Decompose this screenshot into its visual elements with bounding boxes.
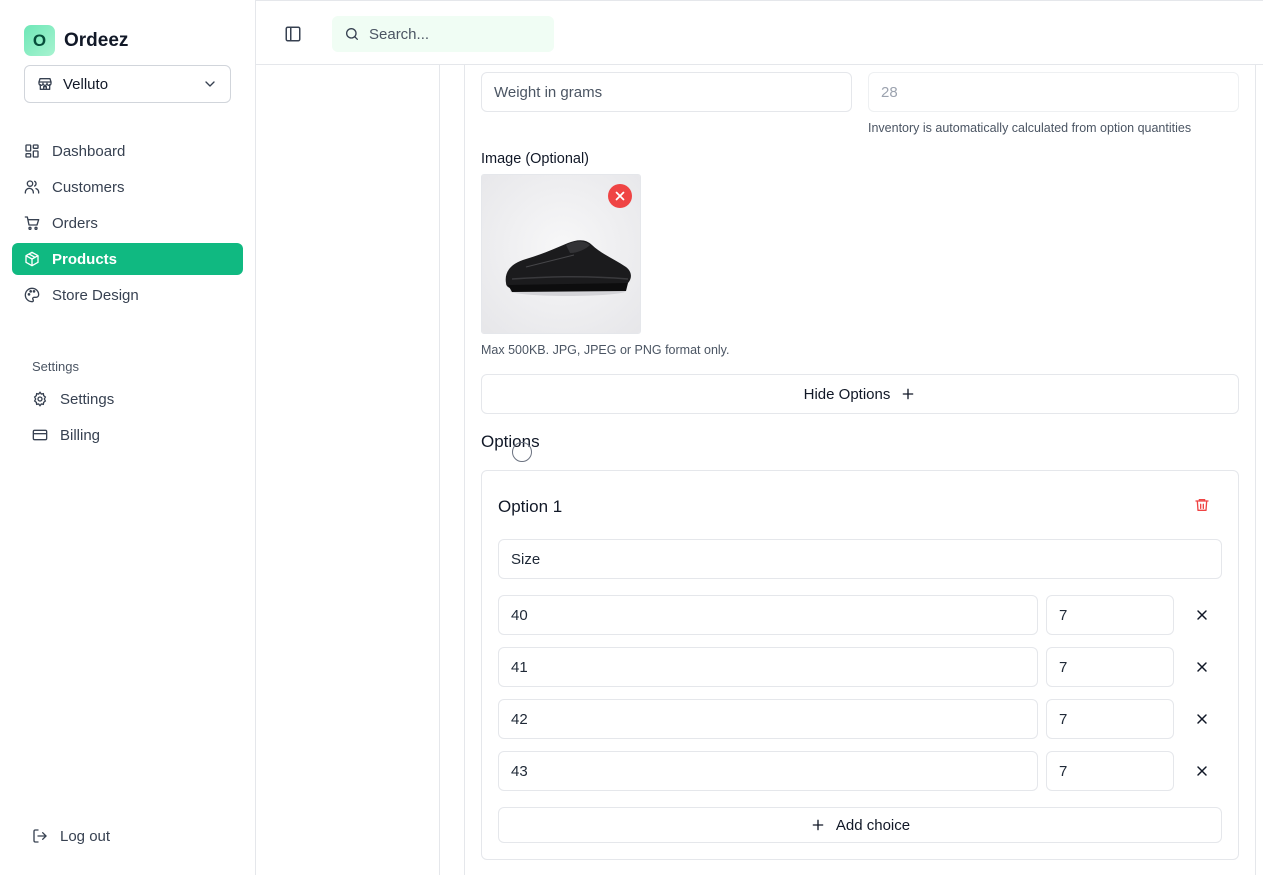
hide-options-button[interactable]: Hide Options — [481, 374, 1239, 414]
logout-button[interactable]: Log out — [20, 820, 122, 852]
store-name: Velluto — [63, 75, 109, 93]
close-icon — [1197, 610, 1207, 620]
weight-input[interactable]: Weight in grams — [481, 72, 852, 112]
inventory-field: 28 — [868, 72, 1239, 112]
search-icon — [344, 26, 360, 42]
gear-icon — [32, 391, 48, 407]
cursor-indicator — [512, 442, 532, 462]
image-label: Image (Optional) — [481, 151, 589, 167]
hide-options-label: Hide Options — [803, 385, 891, 403]
users-icon — [24, 179, 40, 195]
sidebar-item-label: Products — [52, 250, 118, 268]
search-box[interactable] — [332, 16, 554, 52]
dashboard-icon — [24, 143, 40, 159]
choice-qty-input[interactable]: 7 — [1046, 595, 1174, 635]
trash-icon — [1195, 499, 1209, 511]
inventory-hint: Inventory is automatically calculated fr… — [868, 121, 1192, 135]
sidebar-item-dashboard[interactable]: Dashboard — [12, 135, 243, 167]
sidebar-item-products[interactable]: Products — [12, 243, 243, 275]
choice-value-input[interactable]: 41 — [498, 647, 1038, 687]
sidebar-item-label: Customers — [52, 178, 125, 196]
close-icon — [1197, 662, 1207, 672]
sidebar-toggle-button[interactable] — [284, 25, 302, 43]
logout-icon — [32, 828, 48, 844]
store-selector[interactable]: Velluto — [24, 65, 231, 103]
divider — [439, 65, 440, 875]
logout-label: Log out — [60, 827, 111, 845]
remove-choice-button[interactable] — [1194, 711, 1210, 727]
remove-choice-button[interactable] — [1194, 763, 1210, 779]
search-input[interactable] — [369, 25, 539, 43]
sidebar-item-billing[interactable]: Billing — [20, 419, 243, 451]
brand[interactable]: O Ordeez — [24, 25, 128, 56]
choice-qty-input[interactable]: 7 — [1046, 751, 1174, 791]
choice-value-input[interactable]: 42 — [498, 699, 1038, 739]
add-choice-label: Add choice — [835, 816, 911, 834]
close-icon — [1197, 714, 1207, 724]
add-choice-button[interactable]: Add choice — [498, 807, 1222, 843]
main-content: Weight in grams 28 Inventory is automati… — [256, 65, 1263, 875]
brand-name: Ordeez — [64, 29, 129, 51]
settings-section-heading: Settings — [32, 359, 79, 374]
sidebar-item-label: Dashboard — [52, 142, 126, 160]
sidebar-item-label: Settings — [60, 390, 115, 408]
settings-nav: Settings Billing — [20, 383, 243, 455]
sidebar-item-label: Billing — [60, 426, 101, 444]
sidebar-item-settings[interactable]: Settings — [20, 383, 243, 415]
main-nav: Dashboard Customers Orders Products Stor… — [12, 135, 243, 315]
remove-image-button[interactable] — [608, 184, 632, 208]
close-icon — [615, 191, 625, 201]
choice-value-input[interactable]: 43 — [498, 751, 1038, 791]
cart-icon — [24, 215, 40, 231]
choice-qty-input[interactable]: 7 — [1046, 699, 1174, 739]
delete-option-button[interactable] — [1194, 497, 1210, 513]
chevron-down-icon — [202, 76, 218, 92]
sidebar-item-store-design[interactable]: Store Design — [12, 279, 243, 311]
plus-icon — [810, 817, 826, 833]
plus-icon — [900, 386, 916, 402]
choice-qty-input[interactable]: 7 — [1046, 647, 1174, 687]
sidebar-item-orders[interactable]: Orders — [12, 207, 243, 239]
box-icon — [24, 251, 40, 267]
remove-choice-button[interactable] — [1194, 659, 1210, 675]
image-hint: Max 500KB. JPG, JPEG or PNG format only. — [481, 343, 730, 357]
panel-left-icon — [285, 26, 301, 42]
remove-choice-button[interactable] — [1194, 607, 1210, 623]
option-name-input[interactable]: Size — [498, 539, 1222, 579]
option-card: Option 1 Size 40 7 41 7 42 7 43 7 Add ch… — [481, 470, 1239, 860]
sidebar-item-label: Orders — [52, 214, 98, 232]
sidebar-item-customers[interactable]: Customers — [12, 171, 243, 203]
palette-icon — [24, 287, 40, 303]
sidebar: O Ordeez Velluto Dashboard Customers Ord… — [0, 0, 256, 875]
option-title: Option 1 — [498, 497, 563, 516]
brand-logo: O — [24, 25, 55, 56]
top-bar — [256, 0, 1263, 65]
sidebar-item-label: Store Design — [52, 286, 139, 304]
credit-card-icon — [32, 427, 48, 443]
close-icon — [1197, 766, 1207, 776]
choice-value-input[interactable]: 40 — [498, 595, 1038, 635]
store-icon — [37, 76, 53, 92]
